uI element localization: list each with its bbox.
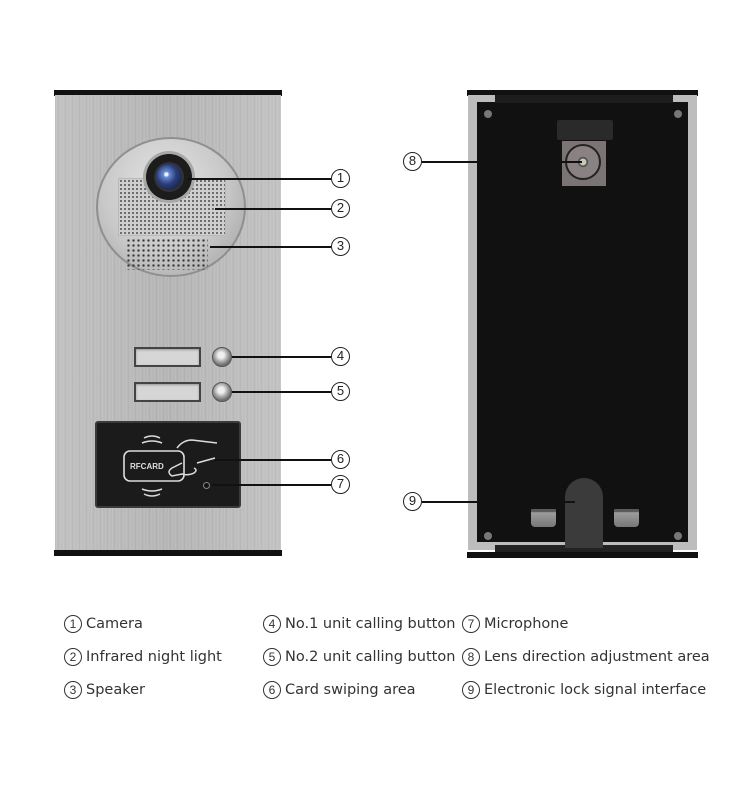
mounting-clip <box>531 509 556 527</box>
callout-6: 6 <box>331 450 350 469</box>
callout-3: 3 <box>331 237 350 256</box>
svg-text:RFCARD: RFCARD <box>130 462 164 471</box>
callout-7: 7 <box>331 475 350 494</box>
callout-line-2 <box>215 208 331 210</box>
legend-number: 9 <box>462 681 480 699</box>
callout-1: 1 <box>331 169 350 188</box>
callout-5: 5 <box>331 382 350 401</box>
callout-line-3 <box>210 246 331 248</box>
nameplate-unit-2 <box>134 382 201 402</box>
callout-4: 4 <box>331 347 350 366</box>
legend-item-call-button-1: 4 No.1 unit calling button <box>263 614 455 634</box>
callout-line-1 <box>188 178 331 180</box>
screw-icon <box>484 110 492 118</box>
legend-label: Electronic lock signal interface <box>484 682 707 698</box>
back-top-band <box>495 95 673 103</box>
camera-lens <box>156 164 182 190</box>
screw-icon <box>484 532 492 540</box>
legend-item-lock-interface: 9 Electronic lock signal interface <box>462 680 706 700</box>
legend-number: 7 <box>462 615 480 633</box>
legend-item-camera: 1 Camera <box>64 614 143 634</box>
call-button-unit-2[interactable] <box>212 382 232 402</box>
legend-label: Lens direction adjustment area <box>484 649 710 665</box>
front-bottom-edge <box>54 550 282 556</box>
legend-item-infrared: 2 Infrared night light <box>64 647 222 667</box>
legend-item-speaker: 3 Speaker <box>64 680 145 700</box>
legend-number: 6 <box>263 681 281 699</box>
speaker-grille <box>126 238 208 270</box>
legend-number: 4 <box>263 615 281 633</box>
callout-2: 2 <box>331 199 350 218</box>
microphone-hole <box>203 482 210 489</box>
legend-number: 2 <box>64 648 82 666</box>
legend-label: Card swiping area <box>285 682 416 698</box>
camera-housing <box>557 120 613 140</box>
legend-number: 5 <box>263 648 281 666</box>
back-bottom-edge <box>467 552 698 558</box>
mounting-clip <box>614 509 639 527</box>
callout-8: 8 <box>403 152 422 171</box>
callout-9: 9 <box>403 492 422 511</box>
legend-label: Speaker <box>86 682 145 698</box>
screw-icon <box>674 110 682 118</box>
legend-item-lens-adjust: 8 Lens direction adjustment area <box>462 647 710 667</box>
legend-number: 8 <box>462 648 480 666</box>
callout-line-8 <box>422 161 582 163</box>
screw-icon <box>674 532 682 540</box>
legend-item-card-area: 6 Card swiping area <box>263 680 416 700</box>
callout-line-4 <box>232 356 331 358</box>
legend-label: Microphone <box>484 616 569 632</box>
card-swiping-area[interactable]: RFCARD <box>95 421 241 508</box>
legend-item-microphone: 7 Microphone <box>462 614 568 634</box>
call-button-unit-1[interactable] <box>212 347 232 367</box>
legend-label: Camera <box>86 616 143 632</box>
electronic-lock-interface <box>565 478 603 548</box>
legend-label: No.1 unit calling button <box>285 616 456 632</box>
callout-line-9 <box>422 501 575 503</box>
callout-line-5 <box>232 391 331 393</box>
legend-number: 3 <box>64 681 82 699</box>
callout-line-6 <box>215 459 331 461</box>
legend-item-call-button-2: 5 No.2 unit calling button <box>263 647 455 667</box>
legend-label: Infrared night light <box>86 649 222 665</box>
legend-number: 1 <box>64 615 82 633</box>
callout-line-7 <box>212 484 331 486</box>
rfcard-hand-icon: RFCARD <box>123 435 218 497</box>
legend-label: No.2 unit calling button <box>285 649 456 665</box>
nameplate-unit-1 <box>134 347 201 367</box>
